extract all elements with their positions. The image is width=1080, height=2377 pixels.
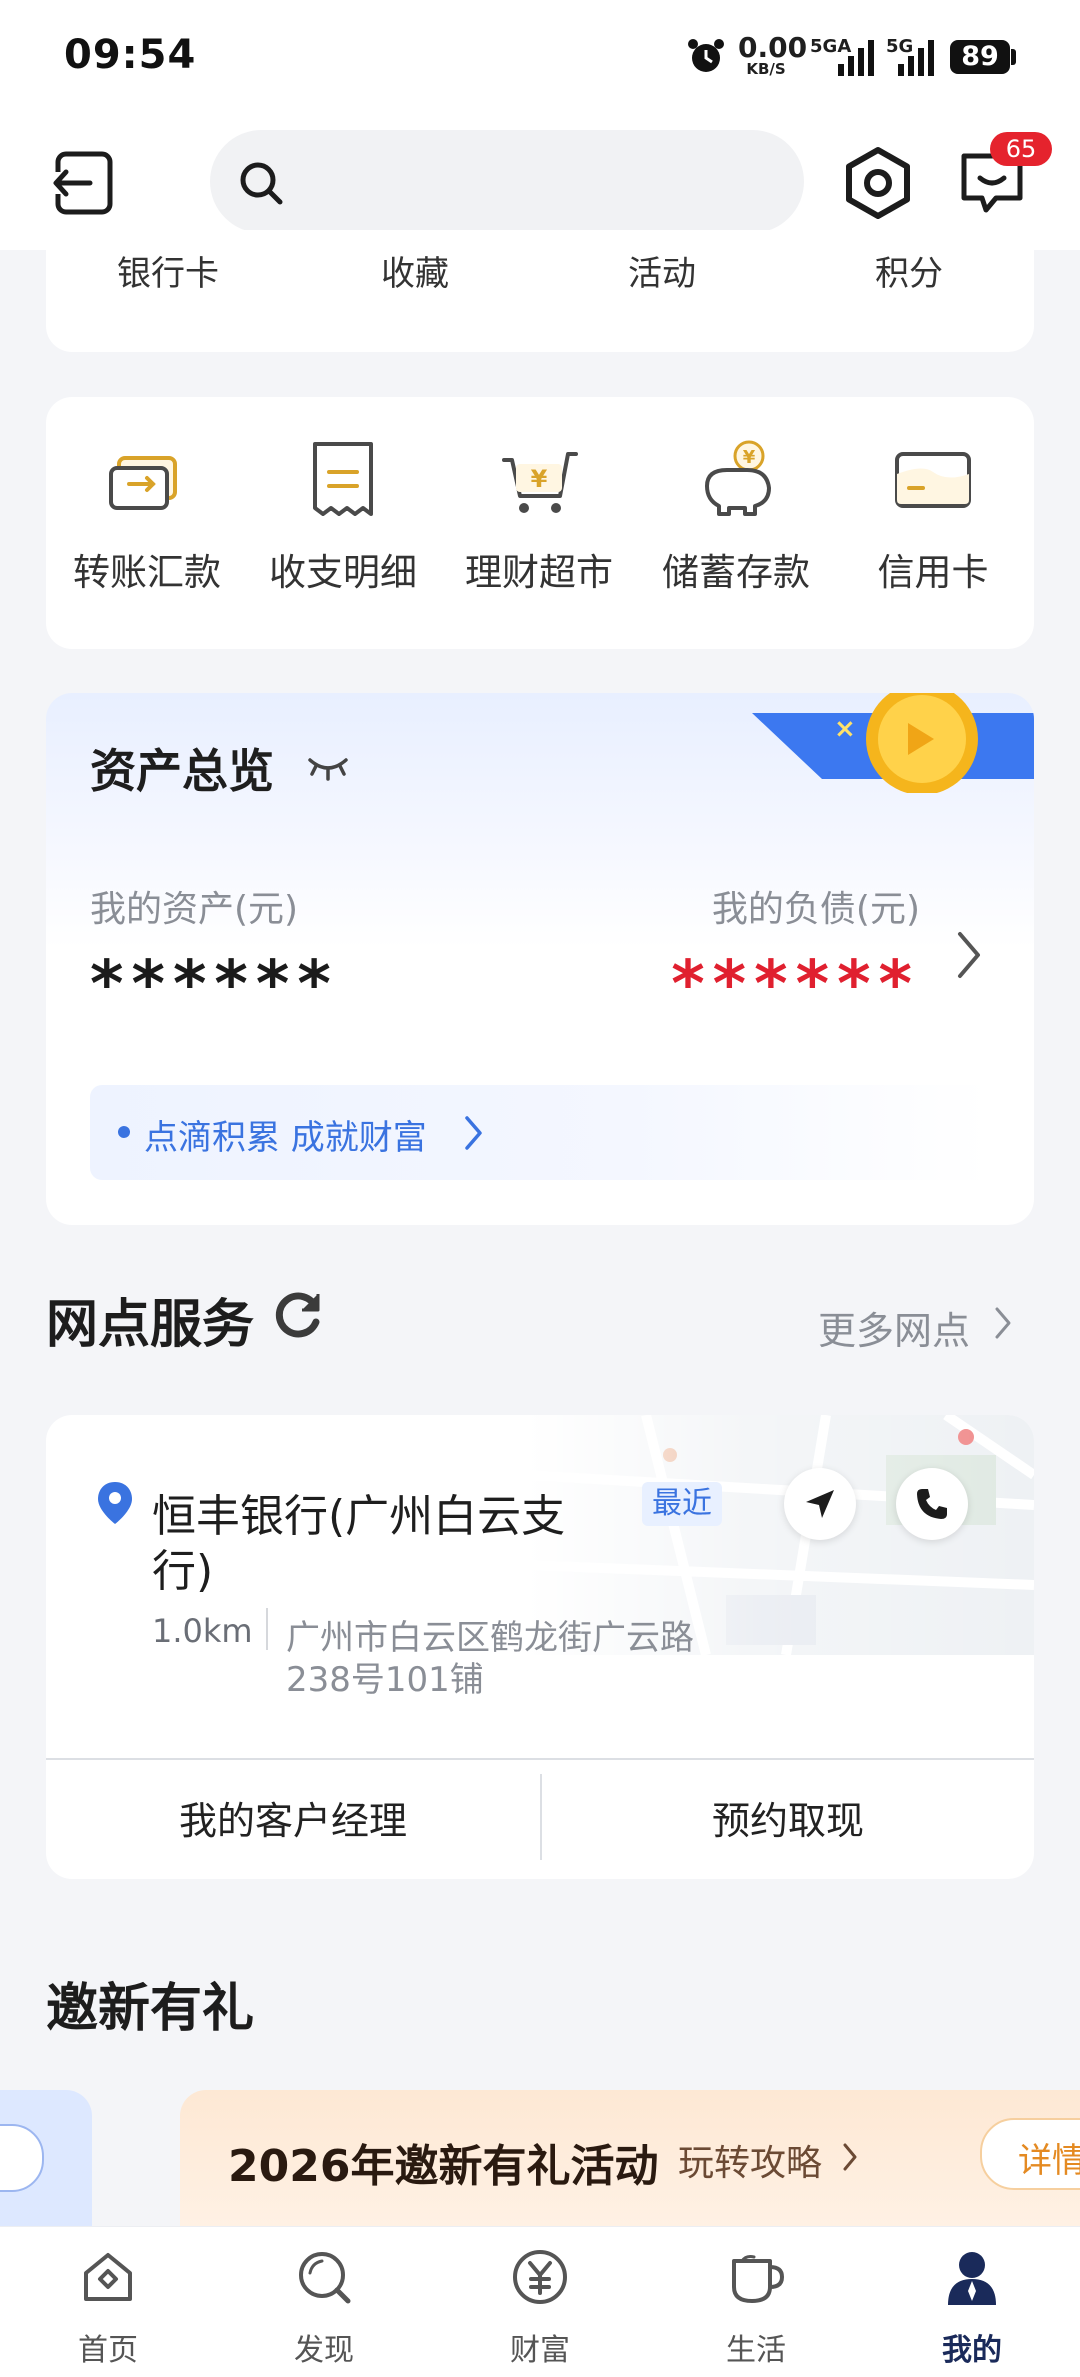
navigate-button[interactable] bbox=[784, 1468, 856, 1540]
profile-icon bbox=[948, 2252, 996, 2305]
promo-ribbon: × bbox=[752, 693, 1034, 793]
tab-label: 生活 bbox=[726, 2333, 786, 2368]
chevron-right-icon bbox=[843, 2143, 857, 2171]
message-badge: 65 bbox=[990, 132, 1052, 166]
branch-name-line2[interactable]: 行) bbox=[152, 1535, 213, 1599]
slogan-banner[interactable]: 点滴积累 成就财富 bbox=[90, 1085, 990, 1180]
svg-text:¥: ¥ bbox=[531, 465, 548, 493]
home-icon bbox=[84, 2253, 132, 2301]
service-label: 储蓄存款 bbox=[662, 551, 810, 594]
location-pin-icon bbox=[98, 1482, 132, 1524]
search-icon bbox=[240, 162, 283, 205]
map-fade bbox=[46, 1655, 1034, 1705]
bullet-dot bbox=[118, 1126, 130, 1138]
tab-discover[interactable]: 发现 bbox=[216, 2227, 432, 2377]
invite-detail-button[interactable]: 详情 bbox=[980, 2118, 1080, 2190]
tab-label: 首页 bbox=[78, 2333, 138, 2368]
quick-tab-points[interactable]: 积分 bbox=[809, 246, 1009, 295]
my-manager-button[interactable]: 我的客户经理 bbox=[46, 1790, 540, 1845]
slogan-text: 点滴积累 成就财富 bbox=[144, 1118, 427, 1158]
assets-title: 资产总览 bbox=[90, 744, 274, 798]
logout-icon[interactable] bbox=[48, 148, 118, 218]
phone-icon bbox=[917, 1489, 947, 1519]
divider bbox=[266, 1608, 268, 1650]
network-speed: 0.00 KB/S bbox=[738, 31, 808, 78]
tab-label: 财富 bbox=[510, 2333, 570, 2368]
signal-icon bbox=[898, 40, 934, 76]
tab-home[interactable]: 首页 bbox=[0, 2227, 216, 2377]
branch-name-line1[interactable]: 恒丰银行(广州白云支 bbox=[152, 1480, 565, 1544]
receipt-icon bbox=[313, 442, 373, 516]
wealth-icon bbox=[513, 2250, 567, 2304]
alarm-icon bbox=[688, 39, 724, 72]
settings-icon[interactable] bbox=[840, 145, 916, 221]
status-time: 09:54 bbox=[64, 32, 197, 78]
invite-detail-label: 详情 bbox=[1018, 2141, 1080, 2181]
my-assets-value: ****** bbox=[90, 948, 339, 1022]
svg-text:¥: ¥ bbox=[743, 447, 756, 468]
branch-address-line2: 238号101铺 bbox=[286, 1660, 484, 1700]
quick-tab-favorites[interactable]: 收藏 bbox=[315, 246, 515, 295]
navigation-arrow-icon bbox=[806, 1490, 834, 1518]
my-assets-label: 我的资产(元) bbox=[90, 889, 299, 930]
piggy-bank-icon: ¥ bbox=[705, 440, 771, 516]
chevron-right-icon bbox=[465, 1116, 482, 1150]
service-label: 理财超市 bbox=[465, 551, 613, 594]
divider bbox=[46, 1758, 1034, 1760]
chevron-right-icon bbox=[995, 1307, 1011, 1339]
bottom-tab-bar: 首页 发现 财富 生活 我的 bbox=[0, 2226, 1080, 2377]
invite-banner[interactable]: 2026年邀新有礼活动 玩转攻略 详情 bbox=[180, 2090, 1080, 2226]
credit-card-icon bbox=[895, 452, 971, 508]
cart-icon: ¥ bbox=[502, 452, 578, 513]
call-button[interactable] bbox=[896, 1468, 968, 1540]
status-bar: 09:54 0.00 KB/S 5GA 5G 89 bbox=[0, 0, 1080, 115]
tab-profile[interactable]: 我的 bbox=[864, 2227, 1080, 2377]
tab-label: 我的 bbox=[942, 2333, 1002, 2368]
invite-banner-title: 2026年邀新有礼活动 bbox=[228, 2141, 659, 2192]
tab-label: 发现 bbox=[294, 2333, 354, 2368]
services-card bbox=[46, 397, 1034, 649]
battery-tip bbox=[1011, 49, 1016, 65]
service-label: 转账汇款 bbox=[73, 551, 221, 594]
battery-indicator: 89 bbox=[950, 40, 1010, 74]
nearest-tag: 最近 bbox=[642, 1482, 722, 1526]
signal-icon bbox=[838, 40, 874, 76]
quick-tab-activities[interactable]: 活动 bbox=[562, 246, 762, 295]
service-label: 信用卡 bbox=[877, 551, 989, 594]
life-cup-icon bbox=[732, 2255, 785, 2303]
tab-life[interactable]: 生活 bbox=[648, 2227, 864, 2377]
more-branches-link[interactable]: 更多网点 bbox=[818, 1300, 970, 1355]
svg-text:×: × bbox=[834, 714, 856, 744]
hide-amount-eye-icon[interactable] bbox=[306, 752, 350, 782]
invite-banner-link[interactable]: 玩转攻略 bbox=[678, 2134, 822, 2186]
prev-banner-peek[interactable] bbox=[0, 2090, 92, 2226]
invite-section-title: 邀新有礼 bbox=[46, 1979, 255, 2039]
discover-icon bbox=[299, 2252, 351, 2304]
refresh-icon[interactable] bbox=[272, 1288, 324, 1340]
tab-wealth[interactable]: 财富 bbox=[432, 2227, 648, 2377]
my-liabilities-label: 我的负债(元) bbox=[711, 889, 920, 930]
search-input[interactable] bbox=[210, 130, 804, 233]
transfer-icon bbox=[109, 456, 177, 510]
quick-tab-bank-card[interactable]: 银行卡 bbox=[68, 246, 268, 295]
prev-banner-button bbox=[0, 2124, 44, 2192]
service-label: 收支明细 bbox=[269, 551, 417, 594]
branch-section-title: 网点服务 bbox=[46, 1295, 255, 1355]
branch-distance: 1.0km bbox=[152, 1612, 253, 1650]
my-liabilities-value: ****** bbox=[671, 948, 920, 1022]
reserve-withdrawal-button[interactable]: 预约取现 bbox=[542, 1790, 1034, 1845]
chevron-right-icon[interactable] bbox=[956, 930, 982, 980]
